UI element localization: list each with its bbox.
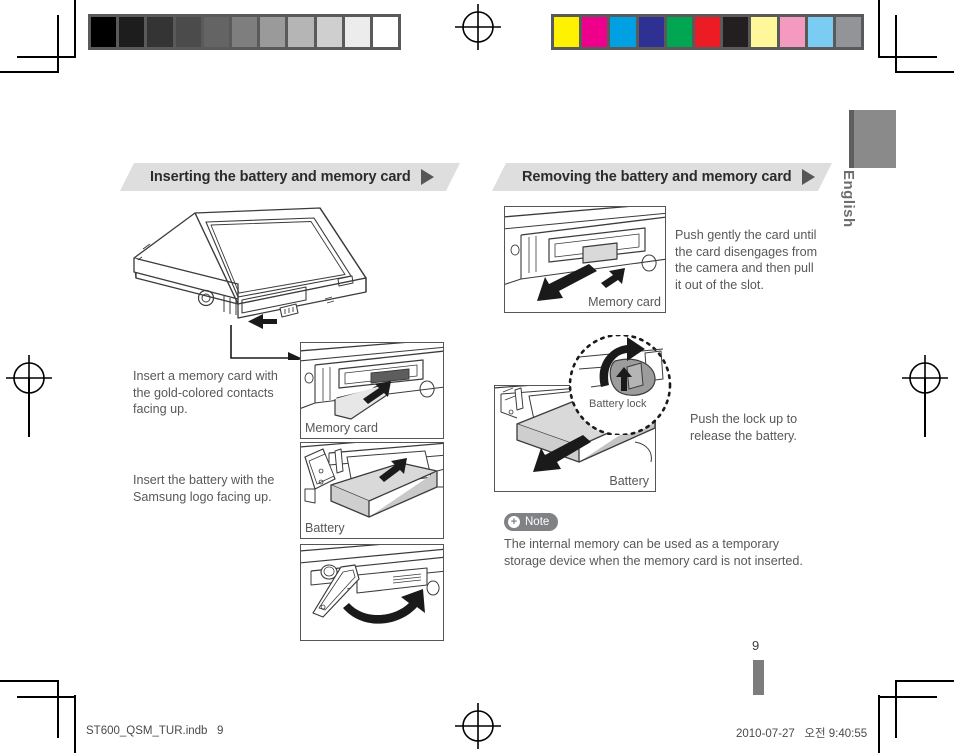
callout-caption-battery-lock: Battery lock — [589, 398, 647, 410]
grayscale-step-wedge — [88, 14, 401, 50]
page-number-rule — [753, 660, 764, 695]
step-text-remove-memory-card: Push gently the card until the card dise… — [675, 228, 818, 292]
camera-illustration-insert — [133, 207, 367, 360]
color-swatch-0 — [554, 17, 580, 47]
figure-insert-battery: Battery — [300, 442, 444, 539]
grayscale-swatch-5 — [231, 17, 258, 47]
note-text: The internal memory can be used as a tem… — [504, 537, 803, 568]
bleed-mark-bottom-right-vertical — [895, 680, 897, 738]
figure-caption-battery-remove: Battery — [609, 474, 649, 488]
grayscale-swatch-8 — [316, 17, 342, 47]
color-swatch-9 — [807, 17, 833, 47]
grayscale-swatch-1 — [119, 17, 145, 47]
grayscale-swatch-4 — [203, 17, 229, 47]
language-tab-spine — [849, 110, 854, 168]
color-swatch-2 — [610, 17, 636, 47]
language-tab-block — [849, 110, 896, 168]
grayscale-swatch-2 — [147, 17, 173, 47]
registration-target-top — [455, 4, 501, 50]
bleed-mark-bottom-left-vertical — [57, 680, 59, 738]
grayscale-swatch-6 — [260, 17, 286, 47]
color-swatch-5 — [694, 17, 721, 47]
figure-caption-memory-card: Memory card — [305, 421, 378, 435]
page-number: 9 — [752, 638, 760, 653]
center-tick-left — [28, 377, 30, 437]
registration-target-bottom — [455, 703, 501, 749]
figure-insert-memory-card: Memory card — [300, 342, 444, 439]
triangle-right-icon — [420, 169, 434, 185]
footer-timestamp: 2010-07-27 오전 9:40:55 — [736, 728, 868, 740]
center-tick-right — [924, 377, 926, 437]
language-tab-label: English — [840, 170, 857, 228]
grayscale-swatch-9 — [344, 17, 370, 47]
printed-page: English Inserting the battery and memory… — [0, 0, 954, 753]
grayscale-swatch-7 — [288, 17, 314, 47]
section-header-inserting: Inserting the battery and memory card — [120, 163, 460, 191]
triangle-right-icon — [801, 169, 815, 185]
section-title: Inserting the battery and memory card — [150, 169, 411, 185]
bleed-mark-top-left-horizontal — [17, 56, 75, 58]
crop-mark-bottom-right-horizontal — [896, 680, 954, 682]
crop-mark-top-left-horizontal — [0, 71, 58, 73]
crop-mark-bottom-left-horizontal — [0, 680, 58, 682]
grayscale-swatch-3 — [175, 17, 201, 47]
bleed-mark-bottom-left-horizontal — [17, 696, 75, 698]
color-swatch-6 — [723, 17, 749, 47]
note-badge-label: Note — [525, 516, 550, 528]
figure-remove-memory-card: Memory card — [504, 206, 666, 313]
crop-mark-top-right-vertical — [878, 0, 880, 58]
footer-filename: ST600_QSM_TUR.indb 9 — [86, 725, 224, 737]
crop-mark-top-left-vertical — [74, 0, 76, 58]
figure-caption-battery: Battery — [305, 521, 345, 535]
crop-mark-bottom-left-vertical — [74, 695, 76, 753]
bleed-mark-top-right-vertical — [895, 15, 897, 73]
step-text-release-battery: Push the lock up to release the battery. — [690, 412, 798, 443]
bleed-mark-top-right-horizontal — [879, 56, 937, 58]
color-swatch-8 — [779, 17, 805, 47]
crop-mark-top-right-horizontal — [896, 71, 954, 73]
color-control-patches — [551, 14, 864, 50]
callout-battery-lock — [568, 335, 672, 435]
note-badge: + Note — [504, 513, 559, 531]
color-swatch-4 — [666, 17, 692, 47]
bleed-mark-bottom-right-horizontal — [879, 696, 937, 698]
grayscale-swatch-0 — [91, 17, 117, 47]
plus-circle-icon: + — [508, 516, 520, 528]
bleed-mark-top-left-vertical — [57, 15, 59, 73]
section-header-removing: Removing the battery and memory card — [492, 163, 832, 191]
grayscale-swatch-10 — [372, 17, 399, 47]
color-swatch-3 — [638, 17, 664, 47]
step-text-insert-battery: Insert the battery with the Samsung logo… — [133, 473, 275, 504]
color-swatch-10 — [835, 17, 862, 47]
figure-caption-memory-card-remove: Memory card — [588, 295, 661, 309]
figure-close-door — [300, 544, 444, 641]
crop-mark-bottom-right-vertical — [878, 695, 880, 753]
color-swatch-1 — [582, 17, 608, 47]
section-title: Removing the battery and memory card — [522, 169, 792, 185]
color-swatch-7 — [751, 17, 777, 47]
step-text-insert-memory-card: Insert a memory card with the gold-color… — [133, 369, 278, 416]
